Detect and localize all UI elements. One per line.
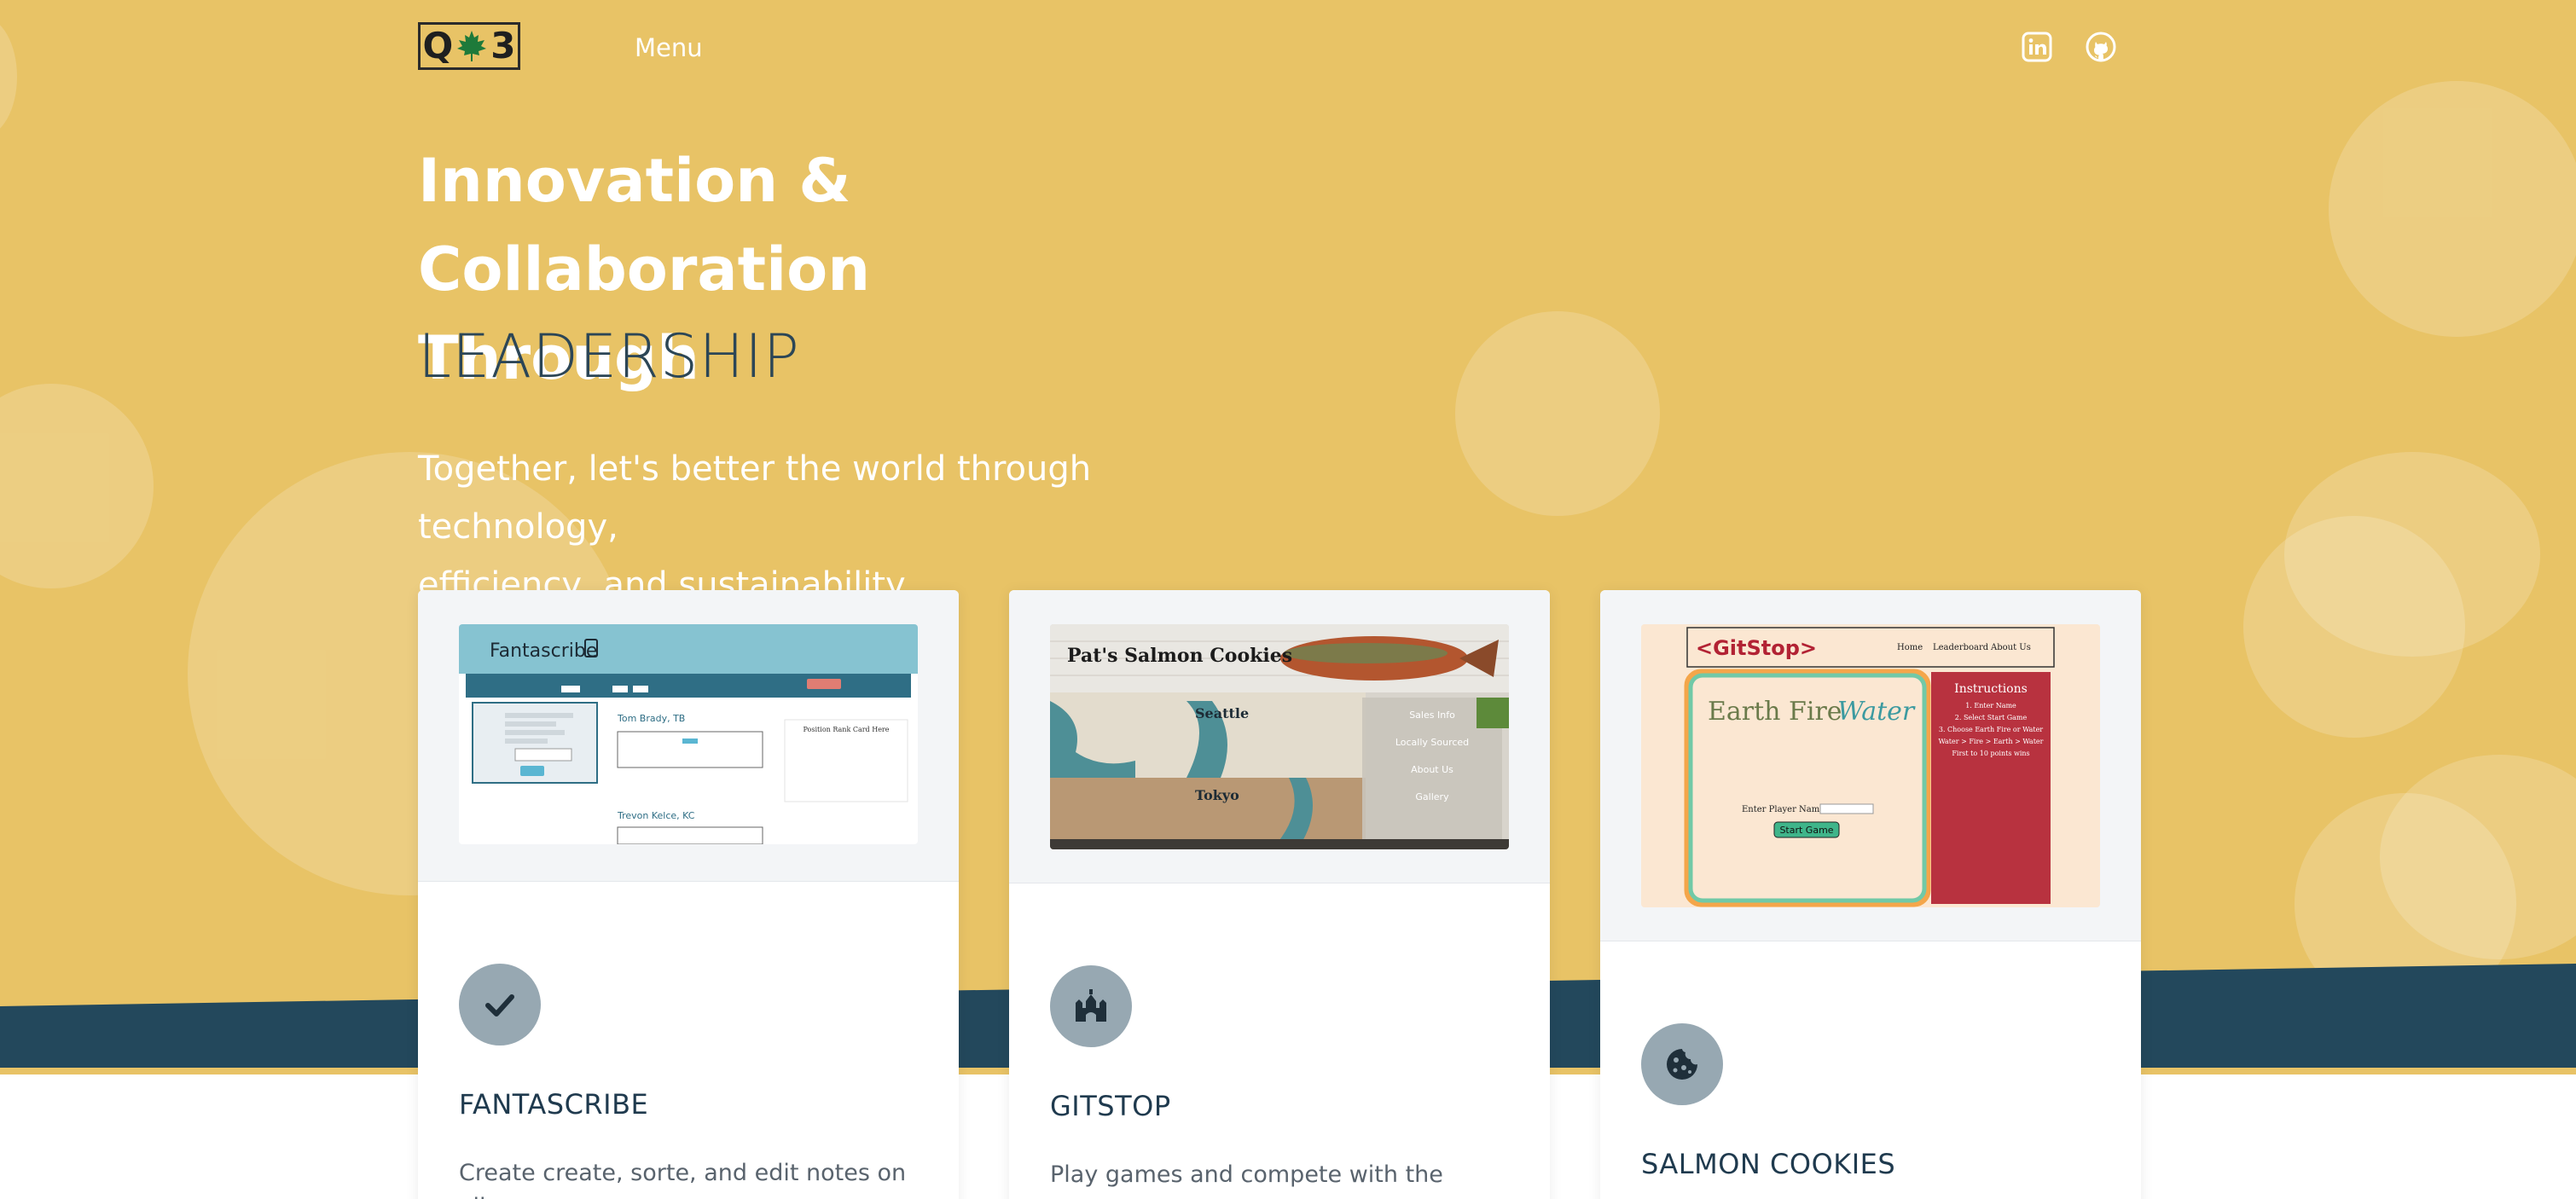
salmon-cookies-screenshot: Pat's Salmon Cookies Seattle Tokyo Sales… — [1050, 624, 1509, 849]
fantascribe-app-name: Fantascribe — [490, 640, 597, 662]
salmon-menu-item: Gallery — [1415, 791, 1449, 802]
card-title: FANTASCRIBE — [459, 1088, 649, 1121]
logo-digit-3: 3 — [490, 25, 516, 67]
q3-logo[interactable]: Q 3 — [418, 22, 520, 70]
headline-line-1: Innovation & Collaboration — [418, 146, 871, 304]
gitstop-instruction: 3. Choose Earth Fire or Water — [1939, 726, 2043, 733]
check-icon — [485, 994, 514, 1017]
project-screenshot-area: Pat's Salmon Cookies Seattle Tokyo Sales… — [1009, 590, 1550, 883]
fantascribe-screenshot: Fantascribe Tom Brady, TB Position Rank — [459, 624, 918, 844]
logo-letter-q: Q — [422, 25, 454, 67]
gitstop-player-prompt: Enter Player Name: — [1742, 805, 1828, 814]
gitstop-nav-item: Leaderboard — [1933, 643, 1989, 652]
maple-leaf-icon — [457, 31, 487, 61]
github-icon[interactable] — [2085, 31, 2117, 63]
gitstop-app-name: <GitStop> — [1696, 636, 1817, 660]
headline-leadership: LEADERSHIP — [418, 321, 800, 391]
project-icon — [1641, 1023, 1723, 1105]
castle-icon — [1076, 989, 1106, 1022]
salmon-menu-item: Sales Info — [1409, 710, 1455, 721]
gitstop-instruction: First to 10 points wins — [1952, 750, 2029, 757]
gitstop-nav-item: Home — [1897, 643, 1923, 652]
tagline-line-1: Together, let's better the world through… — [418, 449, 1092, 547]
cookie-icon — [1667, 1049, 1697, 1080]
menu-link[interactable]: Menu — [635, 31, 703, 65]
salmon-city-b: Tokyo — [1195, 787, 1239, 803]
fantascribe-label-a: Tom Brady, TB — [617, 713, 685, 724]
gitstop-instruction: Water > Fire > Earth > Water — [1939, 738, 2044, 745]
project-icon — [1050, 965, 1132, 1047]
project-screenshot-area: <GitStop> Home Leaderboard About Us Eart… — [1600, 590, 2141, 941]
card-title: GITSTOP — [1050, 1090, 1171, 1122]
fantascribe-label-b: Trevon Kelce, KC — [617, 810, 695, 821]
salmon-app-name: Pat's Salmon Cookies — [1067, 645, 1292, 667]
project-card-gitstop[interactable]: Pat's Salmon Cookies Seattle Tokyo Sales… — [1009, 590, 1550, 1199]
fantascribe-label-c: Position Rank Card Here — [804, 726, 890, 733]
project-icon — [459, 964, 541, 1046]
salmon-menu-item: About Us — [1411, 764, 1453, 775]
gitstop-instruction: 1. Enter Name — [1965, 702, 2016, 710]
gitstop-start-button: Start Game — [1779, 825, 1833, 836]
card-description: Create create, sorte, and edit notes on … — [459, 1160, 907, 1199]
card-description: Play games and compete with the — [1050, 1161, 1443, 1188]
project-card-fantascribe[interactable]: Fantascribe Tom Brady, TB Position Rank — [418, 590, 959, 1199]
salmon-menu-item: Locally Sourced — [1395, 737, 1469, 748]
hero-tagline: Together, let's better the world through… — [418, 440, 1271, 614]
gitstop-instructions-title: Instructions — [1954, 682, 2028, 696]
gitstop-screenshot: <GitStop> Home Leaderboard About Us Eart… — [1641, 624, 2100, 907]
gitstop-instruction: 2. Select Start Game — [1955, 714, 2028, 721]
linkedin-icon[interactable] — [2021, 31, 2053, 63]
gitstop-nav-item: About Us — [1990, 643, 2031, 652]
salmon-city-a: Seattle — [1195, 705, 1249, 721]
project-screenshot-area: Fantascribe Tom Brady, TB Position Rank — [418, 590, 959, 882]
gitstop-game-title-b: Water — [1837, 697, 1916, 727]
project-card-salmon-cookies[interactable]: <GitStop> Home Leaderboard About Us Eart… — [1600, 590, 2141, 1199]
card-title: SALMON COOKIES — [1641, 1148, 1896, 1180]
gitstop-game-title-a: Earth Fire — [1708, 697, 1842, 727]
